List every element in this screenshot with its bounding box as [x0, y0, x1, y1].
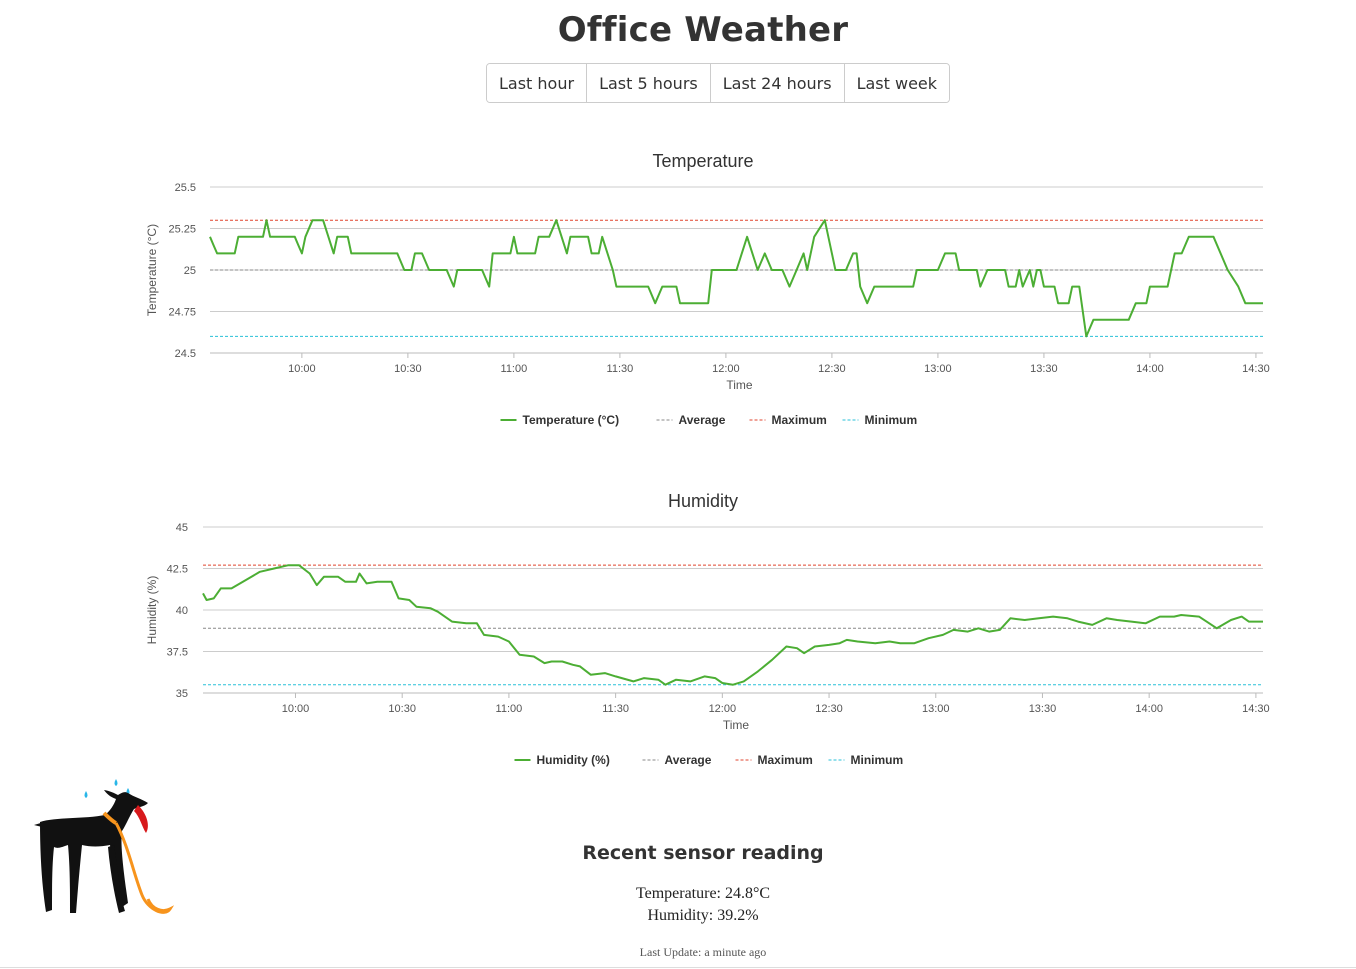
- y-axis-label: Humidity (%): [145, 576, 159, 645]
- x-tick-label: 10:30: [394, 363, 422, 375]
- temperature-chart: Temperature 24.5 24.75 25 25.25 25.5 10:00 10:3…: [145, 151, 1270, 427]
- recent-reading-title: Recent sensor reading: [582, 842, 824, 864]
- x-tick-label: 13:00: [922, 703, 950, 715]
- legend-label: Average: [665, 753, 712, 767]
- x-tick-label: 14:00: [1135, 703, 1163, 715]
- legend-label: Humidity (%): [537, 753, 610, 767]
- y-tick-label: 25: [184, 265, 196, 277]
- x-tick-label: 10:30: [388, 703, 416, 715]
- page-title: Office Weather: [557, 10, 849, 50]
- y-tick-label: 45: [176, 522, 188, 534]
- x-tick-label: 13:30: [1029, 703, 1057, 715]
- range-last-week-button[interactable]: Last week: [844, 64, 950, 102]
- series-line: [209, 219, 1263, 338]
- legend-label: Minimum: [865, 413, 918, 427]
- y-tick-label: 24.75: [168, 307, 196, 319]
- x-tick-label: 11:00: [496, 703, 523, 715]
- x-tick-label: 10:00: [282, 703, 310, 715]
- footer-divider: [0, 967, 1356, 968]
- x-tick-label: 13:00: [924, 363, 952, 375]
- recent-humidity: Humidity: 39.2%: [647, 907, 759, 924]
- x-tick-label: 11:30: [607, 363, 634, 375]
- x-tick-label: 14:00: [1136, 363, 1164, 375]
- x-tick-label: 11:30: [602, 703, 629, 715]
- x-tick-label: 11:00: [501, 363, 528, 375]
- legend-label: Maximum: [772, 413, 827, 427]
- chart-title: Humidity: [668, 491, 738, 511]
- x-axis-label: Time: [723, 718, 750, 732]
- y-tick-label: 35: [176, 688, 188, 700]
- x-tick-label: 12:00: [712, 363, 740, 375]
- x-tick-label: 14:30: [1242, 703, 1270, 715]
- y-tick-label: 25.25: [168, 224, 196, 236]
- x-tick-label: 10:00: [288, 363, 316, 375]
- x-tick-label: 13:30: [1030, 363, 1058, 375]
- range-last-24-hours-button[interactable]: Last 24 hours: [710, 64, 845, 102]
- range-last-5-hours-button[interactable]: Last 5 hours: [587, 64, 711, 102]
- y-tick-label: 40: [176, 605, 188, 617]
- x-tick-label: 12:30: [815, 703, 843, 715]
- x-axis-label: Time: [726, 378, 753, 392]
- y-tick-label: 25.5: [175, 182, 196, 194]
- y-tick-label: 37.5: [167, 647, 188, 659]
- x-tick-label: 12:30: [818, 363, 846, 375]
- x-tick-label: 12:00: [709, 703, 737, 715]
- legend-label: Maximum: [758, 753, 813, 767]
- y-tick-label: 24.5: [175, 348, 196, 360]
- y-tick-label: 42.5: [167, 564, 188, 576]
- legend-label: Temperature (°C): [523, 413, 620, 427]
- last-update-text: Last Update: a minute ago: [639, 945, 767, 959]
- chart-title: Temperature: [652, 151, 753, 171]
- time-range-selector: Last hour Last 5 hours Last 24 hours Las…: [486, 63, 951, 103]
- series-line: [202, 564, 1263, 686]
- humidity-chart: Humidity 35 37.5 40 42.5 45 10:00 10:30 11:00 11:…: [145, 491, 1270, 767]
- y-axis-label: Temperature (°C): [145, 224, 159, 316]
- recent-temperature: Temperature: 24.8°C: [635, 885, 771, 902]
- x-tick-label: 14:30: [1242, 363, 1270, 375]
- legend-label: Average: [679, 413, 726, 427]
- legend-label: Minimum: [851, 753, 904, 767]
- range-last-hour-button[interactable]: Last hour: [487, 64, 588, 102]
